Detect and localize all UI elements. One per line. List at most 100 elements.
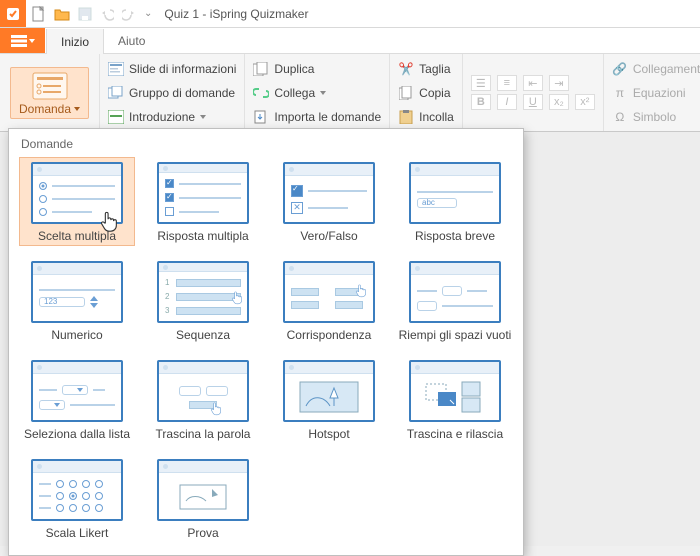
thumb-icon <box>31 162 123 224</box>
caret-down-icon <box>320 91 326 95</box>
item-trascina-rilascia[interactable]: Trascina e rilascia <box>397 355 513 444</box>
thumb-icon <box>157 360 249 422</box>
rbtn-label: Slide di informazioni <box>129 62 236 76</box>
link-icon <box>253 85 269 101</box>
collega-button[interactable]: Collega <box>253 82 381 103</box>
item-label: Seleziona dalla lista <box>24 427 130 441</box>
importa-button[interactable]: Importa le domande <box>253 106 381 127</box>
item-sequenza[interactable]: 1 2 3 Sequenza <box>145 256 261 345</box>
redo-icon[interactable] <box>122 7 136 21</box>
window-title: Quiz 1 - iSpring Quizmaker <box>158 7 700 21</box>
ribbon-group-insert: 🔗Collegamento ipert πEquazioni Ω Simbolo <box>604 54 700 131</box>
copia-button[interactable]: Copia <box>398 82 454 103</box>
item-corrispondenza[interactable]: Corrispondenza <box>271 256 387 345</box>
thumb-icon: 1 2 3 <box>157 261 249 323</box>
item-label: Trascina la parola <box>156 427 251 441</box>
item-scala-likert[interactable]: Scala Likert <box>19 454 135 543</box>
qat-customize-caret[interactable]: ⌄ <box>144 8 152 19</box>
item-risposta-multipla[interactable]: Risposta multipla <box>145 157 261 246</box>
item-label: Numerico <box>51 328 102 342</box>
item-label: Hotspot <box>308 427 349 441</box>
symbol-icon: Ω <box>612 109 628 125</box>
subscript-icon: x₂ <box>549 94 569 110</box>
import-icon <box>253 109 269 125</box>
open-folder-icon[interactable] <box>54 7 70 21</box>
rbtn-label: Equazioni <box>633 86 686 100</box>
caret-down-icon <box>74 107 80 111</box>
titlebar: ⌄ Quiz 1 - iSpring Quizmaker <box>0 0 700 28</box>
slide-info-button[interactable]: Slide di informazioni <box>108 58 236 79</box>
group-icon <box>108 85 124 101</box>
titlebar-left: ⌄ <box>0 0 158 27</box>
domanda-label: Domanda <box>19 102 71 116</box>
copy-icon <box>398 85 414 101</box>
app-icon[interactable] <box>0 0 26 27</box>
indent-icon: ⇥ <box>549 75 569 91</box>
rbtn-label: Copia <box>419 86 450 100</box>
superscript-icon: x² <box>575 94 595 110</box>
question-slide-icon <box>32 72 68 100</box>
tab-inizio[interactable]: Inizio <box>46 29 104 54</box>
rbtn-label: Simbolo <box>633 110 676 124</box>
gruppo-domande-button[interactable]: Gruppo di domande <box>108 82 236 103</box>
slide-info-icon <box>108 61 124 77</box>
item-label: Sequenza <box>176 328 230 342</box>
thumb-icon <box>31 459 123 521</box>
item-numerico[interactable]: 123 Numerico <box>19 256 135 345</box>
introduzione-button[interactable]: Introduzione <box>108 106 236 127</box>
item-prova[interactable]: Prova <box>145 454 261 543</box>
item-label: Scelta multipla <box>38 229 116 243</box>
duplicate-icon <box>253 61 269 77</box>
item-label: Corrispondenza <box>287 328 372 342</box>
rbtn-label: Importa le domande <box>274 110 381 124</box>
save-icon[interactable] <box>78 7 92 21</box>
taglia-button[interactable]: ✂️Taglia <box>398 58 454 79</box>
item-label: Vero/Falso <box>300 229 357 243</box>
question-type-grid: Scelta multipla Risposta multipla ✕ Vero… <box>19 157 513 543</box>
item-label: Risposta breve <box>415 229 495 243</box>
thumb-icon <box>409 360 501 422</box>
dropdown-section-title: Domande <box>19 135 513 157</box>
rbtn-label: Incolla <box>419 110 454 124</box>
simbolo-button: Ω Simbolo <box>612 106 700 127</box>
item-vero-falso[interactable]: ✕ Vero/Falso <box>271 157 387 246</box>
item-risposta-breve[interactable]: abc Risposta breve <box>397 157 513 246</box>
bullet-list-icon: ☰ <box>471 75 491 91</box>
tab-label: Aiuto <box>118 34 145 48</box>
hyperlink-button: 🔗Collegamento ipert <box>612 58 700 79</box>
rbtn-label: Taglia <box>419 62 450 76</box>
item-scelta-multipla[interactable]: Scelta multipla <box>19 157 135 246</box>
ribbon-group-format: ☰ ≡ ⇤ ⇥ B I U x₂ x² <box>463 54 604 131</box>
outdent-icon: ⇤ <box>523 75 543 91</box>
item-hotspot[interactable]: Hotspot <box>271 355 387 444</box>
item-riempi-spazi[interactable]: Riempi gli spazi vuoti <box>397 256 513 345</box>
thumb-icon: abc <box>409 162 501 224</box>
thumb-icon <box>283 261 375 323</box>
undo-icon[interactable] <box>100 7 114 21</box>
bold-icon: B <box>471 94 491 110</box>
rbtn-label: Gruppo di domande <box>129 86 235 100</box>
ribbon-group-clipboard1: Duplica Collega Importa le domande <box>245 54 390 131</box>
duplica-button[interactable]: Duplica <box>253 58 381 79</box>
ribbon-group-domanda: Domanda <box>0 54 100 131</box>
rbtn-label: Introduzione <box>129 110 195 124</box>
tab-aiuto[interactable]: Aiuto <box>104 28 160 53</box>
rbtn-label: Collega <box>274 86 315 100</box>
intro-icon <box>108 109 124 125</box>
item-label: Prova <box>187 526 218 540</box>
item-label: Riempi gli spazi vuoti <box>399 328 512 342</box>
file-tab[interactable] <box>0 28 46 53</box>
incolla-button[interactable]: Incolla <box>398 106 454 127</box>
domanda-button[interactable]: Domanda <box>10 67 89 119</box>
item-trascina-parola[interactable]: Trascina la parola <box>145 355 261 444</box>
thumb-icon <box>157 459 249 521</box>
ribbon-group-slides: Slide di informazioni Gruppo di domande … <box>100 54 245 131</box>
thumb-icon <box>283 360 375 422</box>
item-label: Scala Likert <box>46 526 109 540</box>
item-label: Risposta multipla <box>157 229 248 243</box>
equazioni-button: πEquazioni <box>612 82 700 103</box>
number-list-icon: ≡ <box>497 75 517 91</box>
item-seleziona-lista[interactable]: Seleziona dalla lista <box>19 355 135 444</box>
new-doc-icon[interactable] <box>32 6 46 22</box>
quick-access-toolbar: ⌄ <box>26 6 158 22</box>
